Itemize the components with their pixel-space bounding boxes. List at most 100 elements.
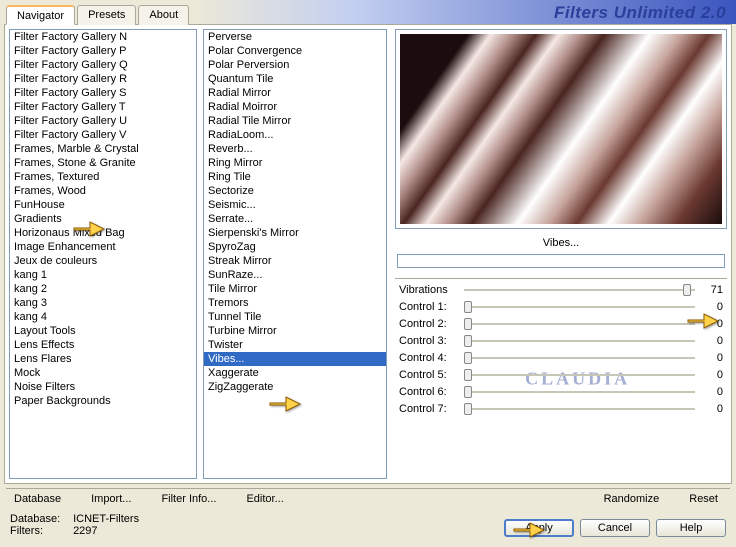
- progress-bar: [397, 254, 725, 268]
- filter-list-item[interactable]: Ring Mirror: [204, 156, 386, 170]
- control-slider[interactable]: [464, 282, 695, 298]
- filter-list-item[interactable]: Reverb...: [204, 142, 386, 156]
- filter-listbox[interactable]: PerversePolar ConvergencePolar Perversio…: [203, 29, 387, 479]
- category-list-item[interactable]: Jeux de couleurs: [10, 254, 196, 268]
- filter-list-item[interactable]: Tunnel Tile: [204, 310, 386, 324]
- category-list-item[interactable]: Noise Filters: [10, 380, 196, 394]
- control-value: 0: [695, 386, 723, 398]
- control-row: Control 3:0: [395, 332, 727, 349]
- category-list-item[interactable]: Gradients: [10, 212, 196, 226]
- filter-list-item[interactable]: Quantum Tile: [204, 72, 386, 86]
- tab-navigator[interactable]: Navigator: [6, 5, 75, 25]
- category-list-item[interactable]: kang 1: [10, 268, 196, 282]
- control-slider[interactable]: [464, 333, 695, 349]
- category-list-item[interactable]: kang 2: [10, 282, 196, 296]
- filter-list-item[interactable]: Polar Convergence: [204, 44, 386, 58]
- filter-list-item[interactable]: Vibes...: [204, 352, 386, 366]
- category-list-item[interactable]: Layout Tools: [10, 324, 196, 338]
- category-list-item[interactable]: Mock: [10, 366, 196, 380]
- app-title: Filters Unlimited 2.0: [191, 0, 736, 24]
- filter-list-item[interactable]: Xaggerate: [204, 366, 386, 380]
- filter-list-item[interactable]: Serrate...: [204, 212, 386, 226]
- filter-list-item[interactable]: Twister: [204, 338, 386, 352]
- category-list-item[interactable]: Image Enhancement: [10, 240, 196, 254]
- control-row: Control 6:0: [395, 383, 727, 400]
- category-list-item[interactable]: Frames, Marble & Crystal: [10, 142, 196, 156]
- category-list-item[interactable]: Filter Factory Gallery Q: [10, 58, 196, 72]
- filter-list-item[interactable]: Tile Mirror: [204, 282, 386, 296]
- main-panel: Filter Factory Gallery NFilter Factory G…: [4, 24, 732, 484]
- tab-about[interactable]: About: [138, 5, 189, 25]
- filter-list-item[interactable]: Sierpenski's Mirror: [204, 226, 386, 240]
- category-list-item[interactable]: Filter Factory Gallery T: [10, 100, 196, 114]
- control-slider[interactable]: [464, 299, 695, 315]
- control-slider[interactable]: [464, 384, 695, 400]
- control-row: Control 5:0: [395, 366, 727, 383]
- control-slider[interactable]: [464, 367, 695, 383]
- reset-link[interactable]: Reset: [689, 493, 718, 505]
- control-label: Control 7:: [399, 403, 464, 415]
- filter-list-item[interactable]: RadiaLoom...: [204, 128, 386, 142]
- category-list-item[interactable]: Horizonaus Mixed Bag: [10, 226, 196, 240]
- tab-bar: Navigator Presets About: [6, 4, 191, 24]
- preview-image: [400, 34, 722, 224]
- category-list-item[interactable]: Frames, Wood: [10, 184, 196, 198]
- control-slider[interactable]: [464, 350, 695, 366]
- filter-list-item[interactable]: SunRaze...: [204, 268, 386, 282]
- cancel-button[interactable]: Cancel: [580, 519, 650, 537]
- editor-link[interactable]: Editor...: [246, 493, 283, 505]
- control-value: 0: [695, 403, 723, 415]
- category-list-item[interactable]: kang 4: [10, 310, 196, 324]
- control-value: 71: [695, 284, 723, 296]
- category-list-item[interactable]: Filter Factory Gallery R: [10, 72, 196, 86]
- control-label: Control 1:: [399, 301, 464, 313]
- button-row: Apply Cancel Help: [504, 519, 726, 537]
- control-row: Vibrations71: [395, 281, 727, 298]
- control-row: Control 2:0: [395, 315, 727, 332]
- controls-panel: CLAUDIA Vibrations71Control 1:0Control 2…: [395, 278, 727, 479]
- category-list-item[interactable]: Frames, Stone & Granite: [10, 156, 196, 170]
- category-list-item[interactable]: Filter Factory Gallery V: [10, 128, 196, 142]
- filter-list-item[interactable]: Ring Tile: [204, 170, 386, 184]
- filter-list-item[interactable]: Radial Mirror: [204, 86, 386, 100]
- filter-list-item[interactable]: Streak Mirror: [204, 254, 386, 268]
- category-list-item[interactable]: FunHouse: [10, 198, 196, 212]
- tab-presets[interactable]: Presets: [77, 5, 136, 25]
- category-list-item[interactable]: Filter Factory Gallery S: [10, 86, 196, 100]
- filter-list-item[interactable]: Radial Tile Mirror: [204, 114, 386, 128]
- control-value: 0: [695, 301, 723, 313]
- filter-list-item[interactable]: Perverse: [204, 30, 386, 44]
- filter-list-item[interactable]: SpyroZag: [204, 240, 386, 254]
- filter-info-link[interactable]: Filter Info...: [161, 493, 216, 505]
- help-button[interactable]: Help: [656, 519, 726, 537]
- category-list-item[interactable]: Filter Factory Gallery N: [10, 30, 196, 44]
- preview-box: [395, 29, 727, 229]
- filter-list-item[interactable]: Turbine Mirror: [204, 324, 386, 338]
- status-database-label: Database:: [10, 513, 70, 525]
- filter-list-item[interactable]: Seismic...: [204, 198, 386, 212]
- database-link[interactable]: Database: [14, 493, 61, 505]
- status-filters-value: 2297: [73, 525, 97, 537]
- filter-list-item[interactable]: Tremors: [204, 296, 386, 310]
- status-filters-label: Filters:: [10, 525, 70, 537]
- apply-button[interactable]: Apply: [504, 519, 574, 537]
- control-slider[interactable]: [464, 316, 695, 332]
- filter-list-item[interactable]: ZigZaggerate: [204, 380, 386, 394]
- category-list-item[interactable]: kang 3: [10, 296, 196, 310]
- randomize-link[interactable]: Randomize: [604, 493, 660, 505]
- import-link[interactable]: Import...: [91, 493, 131, 505]
- filter-list-item[interactable]: Radial Moirror: [204, 100, 386, 114]
- category-list-item[interactable]: Filter Factory Gallery U: [10, 114, 196, 128]
- category-list-item[interactable]: Lens Flares: [10, 352, 196, 366]
- control-slider[interactable]: [464, 401, 695, 417]
- category-list-item[interactable]: Filter Factory Gallery P: [10, 44, 196, 58]
- category-listbox[interactable]: Filter Factory Gallery NFilter Factory G…: [9, 29, 197, 479]
- status-database-value: ICNET-Filters: [73, 513, 139, 525]
- filter-list-item[interactable]: Sectorize: [204, 184, 386, 198]
- preview-label: Vibes...: [395, 229, 727, 252]
- category-list-item[interactable]: Lens Effects: [10, 338, 196, 352]
- category-list-item[interactable]: Frames, Textured: [10, 170, 196, 184]
- category-list-item[interactable]: Paper Backgrounds: [10, 394, 196, 408]
- filter-list-item[interactable]: Polar Perversion: [204, 58, 386, 72]
- control-value: 0: [695, 318, 723, 330]
